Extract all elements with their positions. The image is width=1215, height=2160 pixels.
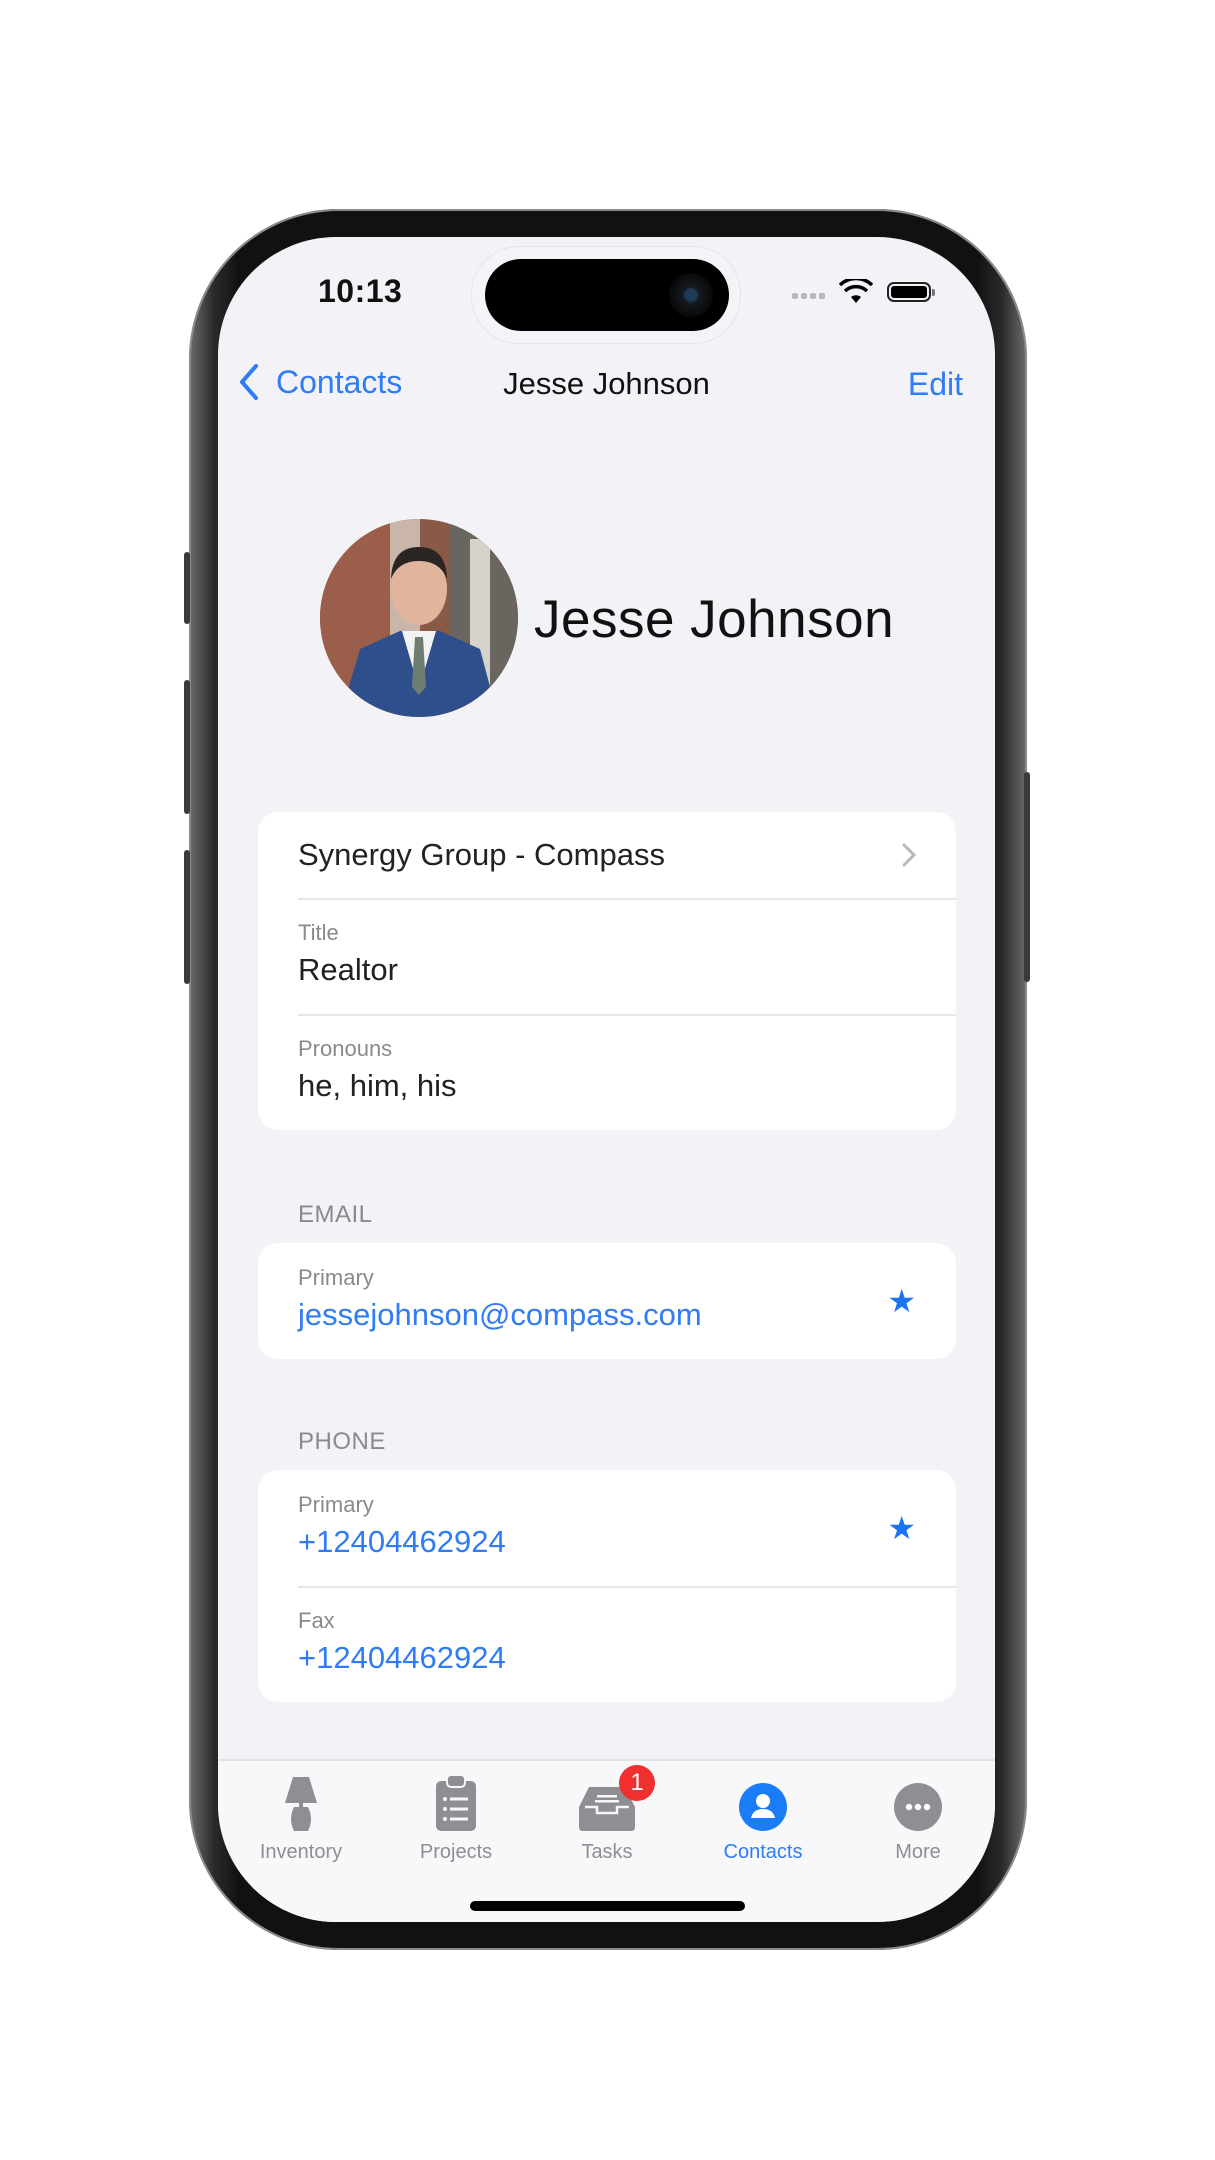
phone-label: Primary <box>298 1492 374 1517</box>
navigation-bar: Contacts Jesse Johnson Edit <box>218 363 995 409</box>
tab-projects[interactable]: Projects <box>396 1771 516 1864</box>
tab-contacts[interactable]: Contacts <box>703 1771 823 1864</box>
fax-value[interactable]: +12404462924 <box>298 1640 956 1676</box>
volume-up-button <box>184 680 190 814</box>
status-icons <box>792 279 935 305</box>
tab-label: Tasks <box>581 1841 633 1863</box>
company-row[interactable]: Synergy Group - Compass <box>258 812 956 898</box>
ellipsis-circle-icon <box>894 1783 942 1831</box>
person-circle-icon <box>739 1783 787 1831</box>
tab-inventory[interactable]: Inventory <box>241 1771 361 1864</box>
avatar[interactable] <box>320 519 518 717</box>
tab-label: Contacts <box>723 1841 803 1863</box>
title-label: Title <box>298 920 339 945</box>
email-value[interactable]: jessejohnson@compass.com <box>298 1297 956 1333</box>
tab-label: More <box>895 1841 941 1863</box>
action-button <box>184 552 190 624</box>
email-section-header: EMAIL <box>298 1201 373 1228</box>
profile-photo <box>320 519 518 717</box>
email-row[interactable]: Primary jessejohnson@compass.com ★ <box>258 1243 956 1359</box>
status-time: 10:13 <box>318 273 403 309</box>
battery-icon <box>887 282 935 302</box>
tab-bar: Inventory Projects 1 Tasks Contacts More <box>218 1759 995 1922</box>
tab-label: Inventory <box>259 1841 343 1863</box>
company-name: Synergy Group - Compass <box>298 837 665 872</box>
phone-value[interactable]: +12404462924 <box>298 1524 956 1560</box>
cellular-signal-icon <box>792 285 825 299</box>
lamp-icon <box>285 1777 317 1831</box>
pronouns-label: Pronouns <box>298 1036 393 1061</box>
phone-section-header: PHONE <box>298 1428 386 1455</box>
volume-down-button <box>184 850 190 984</box>
fax-row[interactable]: Fax +12404462924 <box>258 1586 956 1702</box>
email-card: Primary jessejohnson@compass.com ★ <box>258 1243 956 1359</box>
title-value: Realtor <box>298 952 398 987</box>
tasks-badge: 1 <box>619 1765 655 1801</box>
phone-row[interactable]: Primary +12404462924 ★ <box>258 1470 956 1586</box>
pronouns-value: he, him, his <box>298 1068 457 1103</box>
clipboard-icon <box>436 1775 476 1831</box>
wifi-icon <box>839 279 873 303</box>
details-card: Synergy Group - Compass Title Realtor Pr… <box>258 812 956 1130</box>
pronouns-row: Pronouns he, him, his <box>258 1014 956 1130</box>
phone-card: Primary +12404462924 ★ Fax +12404462924 <box>258 1470 956 1702</box>
email-label: Primary <box>298 1265 374 1290</box>
edit-button[interactable]: Edit <box>908 366 963 403</box>
title-row: Title Realtor <box>258 898 956 1014</box>
chevron-right-icon <box>902 843 916 867</box>
contact-name: Jesse Johnson <box>534 590 895 649</box>
tab-more[interactable]: More <box>858 1771 978 1864</box>
star-icon[interactable]: ★ <box>887 1509 916 1547</box>
phone-screen: 10:13 Contacts Jesse Johnson Edit Jesse … <box>218 237 995 1922</box>
page-title: Jesse Johnson <box>503 366 710 401</box>
power-button <box>1024 772 1030 982</box>
tab-tasks[interactable]: 1 Tasks <box>547 1765 667 1864</box>
tab-label: Projects <box>419 1841 493 1863</box>
star-icon[interactable]: ★ <box>887 1282 916 1320</box>
home-indicator[interactable] <box>470 1901 745 1911</box>
camera-icon <box>669 273 713 317</box>
fax-label: Fax <box>298 1608 335 1633</box>
